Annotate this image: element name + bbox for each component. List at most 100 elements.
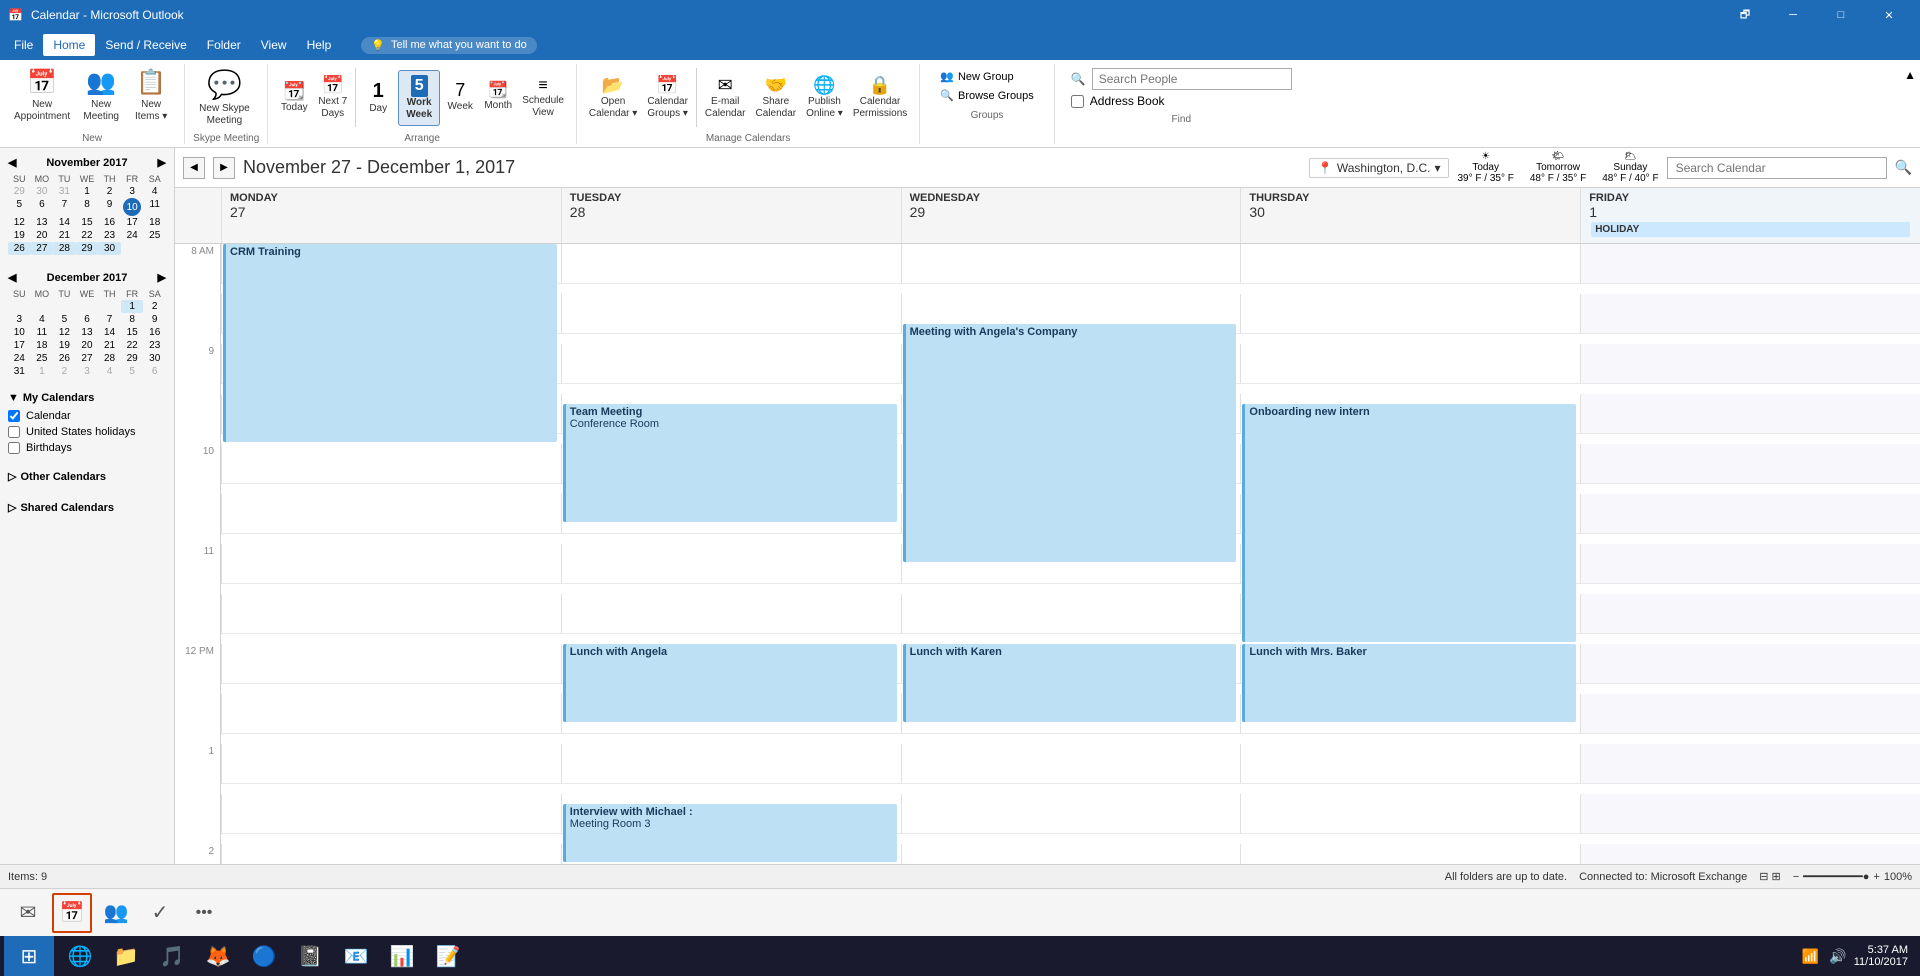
cal-day[interactable]: 3 (8, 313, 31, 326)
time-cell[interactable] (1240, 844, 1580, 864)
cal-day[interactable]: 22 (76, 229, 99, 242)
calendar-checkbox[interactable] (8, 410, 20, 422)
maximize-btn[interactable]: □ (1818, 0, 1864, 30)
calendar-item-birthdays[interactable]: Birthdays (8, 440, 166, 456)
cal-day[interactable]: 19 (8, 229, 31, 242)
us-holidays-checkbox[interactable] (8, 426, 20, 438)
other-calendars-title[interactable]: ▷ Other Calendars (8, 470, 166, 483)
time-cell[interactable] (1580, 494, 1920, 534)
birthdays-checkbox[interactable] (8, 442, 20, 454)
time-cell[interactable] (561, 744, 901, 784)
taskbar-word[interactable]: 📝 (426, 936, 470, 976)
calendar-event[interactable]: Meeting with Angela's Company (903, 324, 1237, 562)
time-cell[interactable] (221, 644, 561, 684)
browse-groups-btn[interactable]: 🔍 Browse Groups (936, 87, 1038, 104)
time-cell[interactable] (901, 594, 1241, 634)
zoom-out-btn[interactable]: − (1793, 871, 1799, 883)
time-cell[interactable] (221, 794, 561, 834)
calendar-event[interactable]: Lunch with Angela (563, 644, 897, 722)
cal-day[interactable]: 5 (8, 198, 31, 216)
time-cell[interactable] (1580, 694, 1920, 734)
calendar-event[interactable]: Onboarding new intern (1242, 404, 1576, 642)
time-cell[interactable] (561, 594, 901, 634)
new-appointment-btn[interactable]: 📅 NewAppointment (8, 64, 76, 127)
cal-day[interactable]: 25 (143, 229, 166, 242)
cal-day[interactable]: 27 (31, 242, 54, 255)
cal-day[interactable]: 30 (31, 185, 54, 198)
week-view-btn[interactable]: 7 Week (442, 78, 478, 118)
time-cell[interactable] (1580, 244, 1920, 284)
time-cell[interactable] (221, 494, 561, 534)
cal-day[interactable]: 2 (53, 365, 76, 378)
time-cell[interactable] (1580, 644, 1920, 684)
cal-day[interactable]: 29 (8, 185, 31, 198)
ribbon-collapse-btn[interactable]: ▲ (1900, 64, 1920, 86)
cal-day[interactable]: 29 (121, 352, 144, 365)
cal-day[interactable]: 18 (143, 216, 166, 229)
cal-day[interactable]: 31 (8, 365, 31, 378)
start-button[interactable]: ⊞ (4, 936, 54, 976)
time-cell[interactable] (221, 594, 561, 634)
cal-day[interactable]: 27 (76, 352, 99, 365)
time-cell[interactable] (221, 544, 561, 584)
month-view-btn[interactable]: 📆 Month (480, 78, 516, 118)
cal-day[interactable]: 15 (121, 326, 144, 339)
address-book-checkbox[interactable] (1071, 95, 1084, 108)
nav-calendar-btn[interactable]: 📅 (52, 893, 92, 933)
taskbar-explorer[interactable]: 📁 (104, 936, 148, 976)
cal-day[interactable]: 24 (8, 352, 31, 365)
time-cell[interactable] (221, 694, 561, 734)
time-cell[interactable] (561, 244, 901, 284)
cal-day[interactable]: 28 (53, 242, 76, 255)
taskbar-firefox[interactable]: 🦊 (196, 936, 240, 976)
cal-day[interactable]: 5 (121, 365, 144, 378)
cal-day[interactable]: 3 (121, 185, 144, 198)
cal-search-input[interactable] (1667, 157, 1887, 179)
cal-day[interactable]: 25 (31, 352, 54, 365)
minimize-btn[interactable]: ─ (1770, 0, 1816, 30)
cal-day[interactable]: 14 (98, 326, 121, 339)
cal-day[interactable]: 3 (76, 365, 99, 378)
time-cell[interactable] (1580, 344, 1920, 384)
menu-help[interactable]: Help (297, 34, 342, 56)
cal-day[interactable]: 8 (121, 313, 144, 326)
nav-tasks-btn[interactable]: ✓ (140, 893, 180, 933)
calendar-item-calendar[interactable]: Calendar (8, 408, 166, 424)
cal-search-icon[interactable]: 🔍 (1895, 159, 1912, 176)
time-cell[interactable] (1240, 794, 1580, 834)
calendar-event[interactable]: CRM Training (223, 244, 557, 442)
cal-day[interactable]: 5 (53, 313, 76, 326)
time-cell[interactable] (1580, 744, 1920, 784)
share-calendar-btn[interactable]: 🤝 ShareCalendar (752, 73, 801, 122)
time-cell[interactable] (901, 244, 1241, 284)
cal-day[interactable]: 7 (98, 313, 121, 326)
close-btn[interactable]: ✕ (1866, 0, 1912, 30)
nav-people-btn[interactable]: 👥 (96, 893, 136, 933)
time-cell[interactable] (221, 444, 561, 484)
cal-location-btn[interactable]: 📍 Washington, D.C. ▾ (1309, 158, 1450, 178)
taskbar-powerpoint[interactable]: 📊 (380, 936, 424, 976)
cal-day[interactable]: 22 (121, 339, 144, 352)
time-cell[interactable] (561, 294, 901, 334)
cal-day[interactable]: 28 (98, 352, 121, 365)
cal-day[interactable]: 6 (76, 313, 99, 326)
cal-day[interactable]: 14 (53, 216, 76, 229)
dec-prev-btn[interactable]: ◀ (8, 271, 16, 284)
cal-day[interactable]: 20 (76, 339, 99, 352)
calendar-event[interactable]: Lunch with Mrs. Baker (1242, 644, 1576, 722)
cal-day[interactable]: 13 (31, 216, 54, 229)
dec-next-btn[interactable]: ▶ (158, 271, 166, 284)
cal-day[interactable]: 21 (98, 339, 121, 352)
cal-day[interactable]: 12 (53, 326, 76, 339)
zoom-in-btn[interactable]: + (1873, 871, 1879, 883)
taskbar-outlook[interactable]: 📧 (334, 936, 378, 976)
cal-day[interactable]: 7 (53, 198, 76, 216)
calendar-event[interactable]: Lunch with Karen (903, 644, 1237, 722)
time-cell[interactable] (221, 844, 561, 864)
time-cell[interactable] (901, 794, 1241, 834)
new-items-btn[interactable]: 📋 NewItems ▾ (126, 64, 176, 127)
cal-day[interactable]: 26 (53, 352, 76, 365)
my-calendars-title[interactable]: ▼ My Calendars (8, 392, 166, 404)
cal-prev-btn[interactable]: ◀ (183, 157, 205, 179)
cal-day[interactable]: 1 (31, 365, 54, 378)
